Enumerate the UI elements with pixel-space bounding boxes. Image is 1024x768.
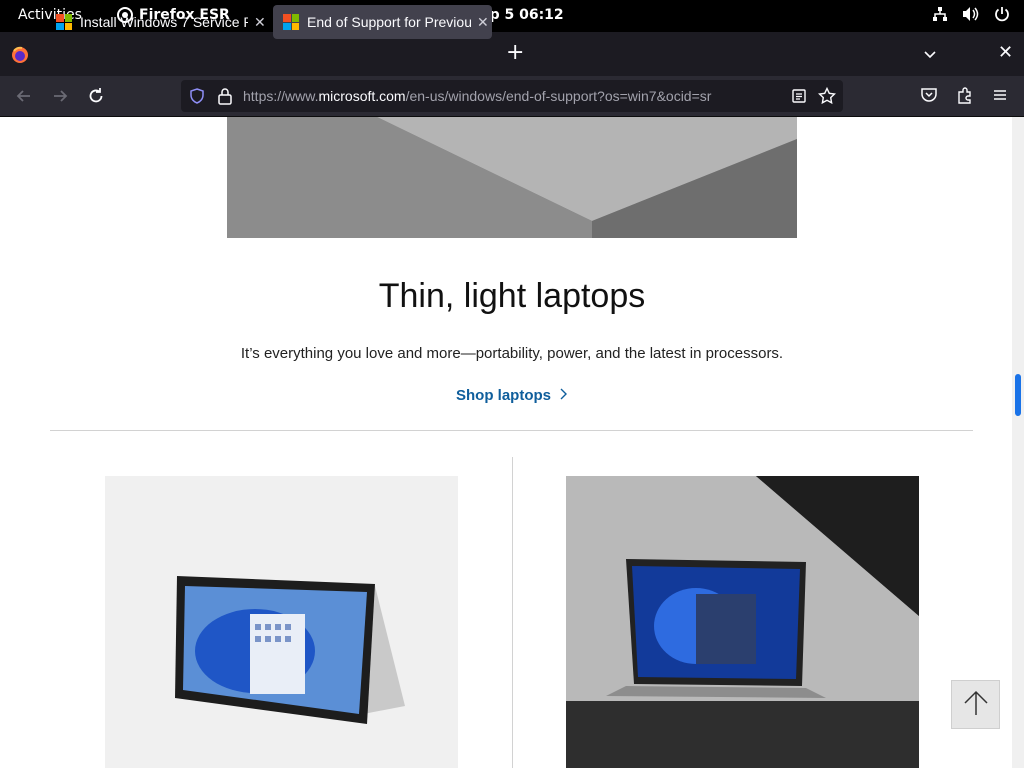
back-icon[interactable] <box>14 86 34 110</box>
tab-install-windows[interactable]: Install Windows 7 Service Pack 1 ✕ <box>52 5 266 39</box>
microsoft-logo-icon <box>283 14 299 30</box>
tab-end-of-support[interactable]: End of Support for Previous Versions of … <box>273 5 492 39</box>
surface-laptop-studio-image[interactable] <box>105 476 458 768</box>
navigation-toolbar: https://www.microsoft.com/en-us/windows/… <box>0 76 1024 117</box>
network-icon[interactable] <box>932 6 948 22</box>
section-description: It’s everything you love and more—portab… <box>240 345 784 362</box>
shop-laptops-label: Shop laptops <box>456 387 551 404</box>
vertical-scrollbar-thumb[interactable] <box>1015 374 1021 416</box>
shop-laptops-link[interactable]: Shop laptops <box>456 387 567 404</box>
web-page-content: Thin, light laptops It’s everything you … <box>0 117 1012 768</box>
tab-title: End of Support for Previous Versions of … <box>307 14 471 30</box>
tab-title: Install Windows 7 Service Pack 1 <box>80 14 248 30</box>
column-divider <box>512 457 513 768</box>
microsoft-logo-icon <box>56 14 72 30</box>
chevron-right-icon <box>559 387 567 404</box>
url-text[interactable]: https://www.microsoft.com/en-us/windows/… <box>243 88 783 104</box>
hamburger-menu-icon[interactable] <box>991 86 1009 108</box>
list-all-tabs-icon[interactable] <box>922 46 938 66</box>
close-tab-icon[interactable]: ✕ <box>477 14 489 31</box>
section-divider <box>50 430 973 431</box>
forward-icon[interactable] <box>50 86 70 110</box>
close-window-icon[interactable]: ✕ <box>998 42 1013 63</box>
section-heading: Thin, light laptops <box>378 277 646 315</box>
url-path: /en-us/windows/end-of-support?os=win7&oc… <box>405 88 712 104</box>
firefox-view-icon[interactable] <box>10 45 30 69</box>
reload-icon[interactable] <box>86 86 106 110</box>
close-tab-icon[interactable]: ✕ <box>254 14 266 31</box>
tracking-protection-shield-icon[interactable] <box>189 88 205 108</box>
power-icon[interactable] <box>994 6 1010 22</box>
hero-image <box>227 117 797 238</box>
volume-icon[interactable] <box>962 6 980 22</box>
new-tab-icon[interactable]: + <box>506 42 524 64</box>
extensions-icon[interactable] <box>956 86 974 108</box>
system-tray[interactable] <box>932 6 1010 22</box>
url-host: microsoft.com <box>318 88 406 104</box>
bookmark-star-icon[interactable] <box>817 86 837 109</box>
surface-laptop-image[interactable] <box>566 476 919 768</box>
url-prefix: https://www. <box>243 88 319 104</box>
vertical-scrollbar-track[interactable] <box>1012 117 1024 768</box>
reader-view-icon[interactable] <box>791 88 807 108</box>
arrow-up-icon <box>963 689 989 721</box>
pocket-icon[interactable] <box>920 86 938 108</box>
back-to-top-button[interactable] <box>951 680 1000 729</box>
lock-icon[interactable] <box>217 87 233 109</box>
address-bar[interactable]: https://www.microsoft.com/en-us/windows/… <box>181 80 843 112</box>
